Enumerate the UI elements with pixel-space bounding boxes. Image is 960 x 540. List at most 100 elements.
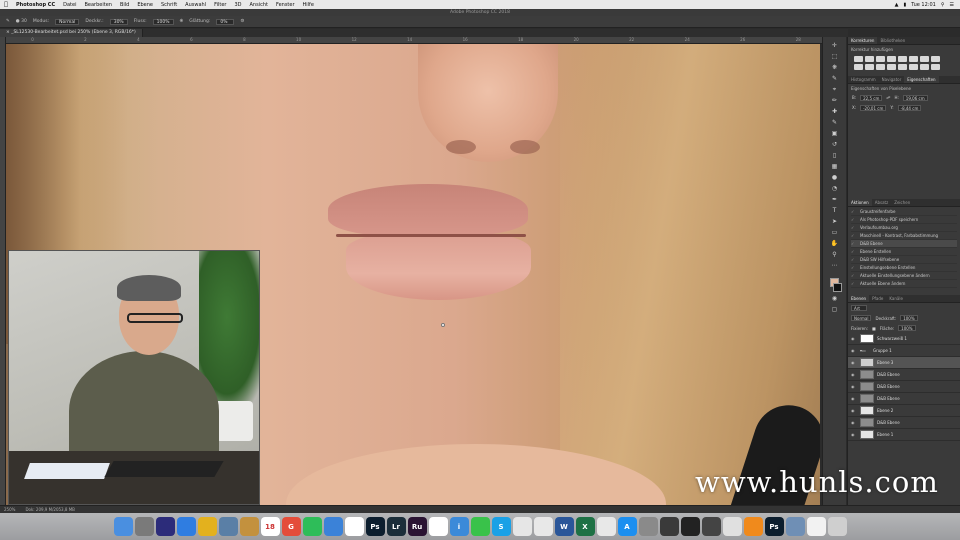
layer-row[interactable]: ◉ Ebene 2 (848, 405, 960, 417)
calendar-icon[interactable]: 18 (260, 517, 280, 536)
y-field[interactable]: -8,44 cm (897, 105, 922, 111)
eye-icon[interactable]: ◉ (851, 348, 857, 353)
list-item[interactable]: ✓ Graustreifenfarbe (851, 208, 957, 216)
blur-tool-icon[interactable]: ● (827, 173, 843, 182)
crop-tool-icon[interactable]: ⌖ (827, 85, 843, 94)
path-select-tool-icon[interactable]: ➤ (827, 217, 843, 226)
colorbalance-adjust-icon[interactable] (920, 56, 929, 62)
tab-zeichen[interactable]: Zeichen (891, 199, 913, 206)
zoom-tool-icon[interactable]: ⚲ (827, 250, 843, 259)
menu-filter[interactable]: Filter (210, 2, 230, 8)
quick-select-tool-icon[interactable]: ✎ (827, 74, 843, 83)
menu-auswahl[interactable]: Auswahl (181, 2, 210, 8)
zoom-level[interactable]: 250% (4, 507, 15, 512)
messages-icon[interactable] (470, 517, 490, 536)
wifi-icon[interactable]: ▲ (895, 2, 899, 8)
appstore2-icon[interactable]: A (617, 517, 637, 536)
lock-icon[interactable]: ■ (872, 326, 876, 331)
check-icon[interactable]: ✓ (851, 216, 857, 223)
battery-icon[interactable]: ▮ (904, 2, 907, 8)
word-icon[interactable]: W (554, 517, 574, 536)
safari-icon[interactable] (176, 517, 196, 536)
hue-adjust-icon[interactable] (909, 56, 918, 62)
tab-eigenschaften[interactable]: Eigenschaften (904, 76, 939, 83)
tab-bibliotheken[interactable]: Bibliotheken (877, 37, 908, 44)
camera-icon[interactable] (659, 517, 679, 536)
check-icon[interactable]: ✓ (851, 264, 857, 271)
list-item[interactable]: ✓ Als Photoshop-PDF speichern (851, 216, 957, 224)
chrome-icon[interactable] (197, 517, 217, 536)
menu-datei[interactable]: Datei (59, 2, 80, 8)
photos-icon[interactable] (722, 517, 742, 536)
hand-tool-icon[interactable]: ✋ (827, 239, 843, 248)
check-icon[interactable]: ✓ (851, 256, 857, 263)
layer-row[interactable]: ◉ D&B Ebene (848, 369, 960, 381)
screen-mode-icon[interactable]: ▢ (827, 305, 843, 314)
apple-icon[interactable]:  (0, 1, 12, 8)
eye-icon[interactable]: ◉ (851, 396, 857, 401)
menu-hilfe[interactable]: Hilfe (299, 2, 318, 8)
brush-preset-picker[interactable]: ● 30 (16, 19, 27, 24)
check-icon[interactable]: ✓ (851, 248, 857, 255)
layer-kind-filter[interactable]: Art (851, 305, 867, 311)
exposure-adjust-icon[interactable] (887, 56, 896, 62)
width-field[interactable]: 22,5 cm (860, 95, 883, 101)
eye-icon[interactable]: ◉ (851, 360, 857, 365)
shape-tool-icon[interactable]: ▭ (827, 228, 843, 237)
background-color-swatch[interactable] (833, 283, 842, 292)
list-item[interactable]: ✓ Maschinell - Kontrast, Farbabstimmung (851, 232, 957, 240)
gradient-tool-icon[interactable]: ▦ (827, 162, 843, 171)
tab-histogramm[interactable]: Histogramm (848, 76, 879, 83)
rush-icon[interactable]: Ru (407, 517, 427, 536)
blend-mode-select[interactable]: Normal (851, 315, 872, 321)
healing-tool-icon[interactable]: ✚ (827, 107, 843, 116)
textedit-icon[interactable] (344, 517, 364, 536)
menu-ebene[interactable]: Ebene (133, 2, 157, 8)
mode-select[interactable]: Normal (55, 18, 80, 25)
eye-icon[interactable]: ◉ (851, 420, 857, 425)
eye-icon[interactable]: ◉ (851, 384, 857, 389)
layer-row[interactable]: ◉ Ebene 3 (848, 357, 960, 369)
eye-icon[interactable]: ◉ (851, 432, 857, 437)
more-tools-icon[interactable]: ⋯ (827, 261, 843, 270)
dodge-tool-icon[interactable]: ◔ (827, 184, 843, 193)
move-tool-icon[interactable]: ✛ (827, 41, 843, 50)
appstore-icon[interactable] (512, 517, 532, 536)
notification-icon[interactable]: ☰ (950, 2, 954, 8)
tab-absatz[interactable]: Absatz (872, 199, 891, 206)
type-tool-icon[interactable]: T (827, 206, 843, 215)
photoshop2-icon[interactable]: Ps (764, 517, 784, 536)
trash-icon[interactable] (827, 517, 847, 536)
history-brush-tool-icon[interactable]: ↺ (827, 140, 843, 149)
list-item[interactable]: ✓ D&B SW Hilfsebene (851, 256, 957, 264)
tab-navigator[interactable]: Navigator (879, 76, 905, 83)
keynote-icon[interactable] (323, 517, 343, 536)
opacity-field[interactable]: 30% (109, 18, 128, 25)
tab-kanaele[interactable]: Kanäle (886, 295, 906, 302)
check-icon[interactable]: ✓ (851, 224, 857, 231)
curves-adjust-icon[interactable] (876, 56, 885, 62)
skype-icon[interactable]: S (491, 517, 511, 536)
menu-3d[interactable]: 3D (230, 2, 245, 8)
image-icon[interactable] (785, 517, 805, 536)
tab-ebenen[interactable]: Ebenen (848, 295, 870, 302)
bw-adjust-icon[interactable] (931, 56, 940, 62)
menu-ansicht[interactable]: Ansicht (246, 2, 272, 8)
list-item[interactable]: ✓ Verlaufsumbau.org (851, 224, 957, 232)
quick-mask-icon[interactable]: ◉ (827, 294, 843, 303)
facetime-icon[interactable] (533, 517, 553, 536)
check-icon[interactable]: ✓ (851, 208, 857, 215)
list-item[interactable]: ✓ Aktuelle Ebene ändern (851, 280, 957, 288)
layer-row[interactable]: ◉ Schwarzweiß 1 (848, 333, 960, 345)
check-icon[interactable]: ✓ (851, 280, 857, 287)
eraser-tool-icon[interactable]: ▯ (827, 151, 843, 160)
check-icon[interactable]: ✓ (851, 272, 857, 279)
menu-schrift[interactable]: Schrift (157, 2, 181, 8)
layer-opacity-field[interactable]: 100% (900, 315, 918, 321)
layer-row[interactable]: ◉ D&B Ebene (848, 417, 960, 429)
eye-icon[interactable]: ◉ (851, 336, 857, 341)
tab-aktionen[interactable]: Aktionen (848, 199, 872, 206)
height-field[interactable]: 19,06 cm (902, 95, 928, 101)
list-item[interactable]: ✓ Aktuelle Einstellungsebene ändern (851, 272, 957, 280)
siri-icon[interactable] (155, 517, 175, 536)
